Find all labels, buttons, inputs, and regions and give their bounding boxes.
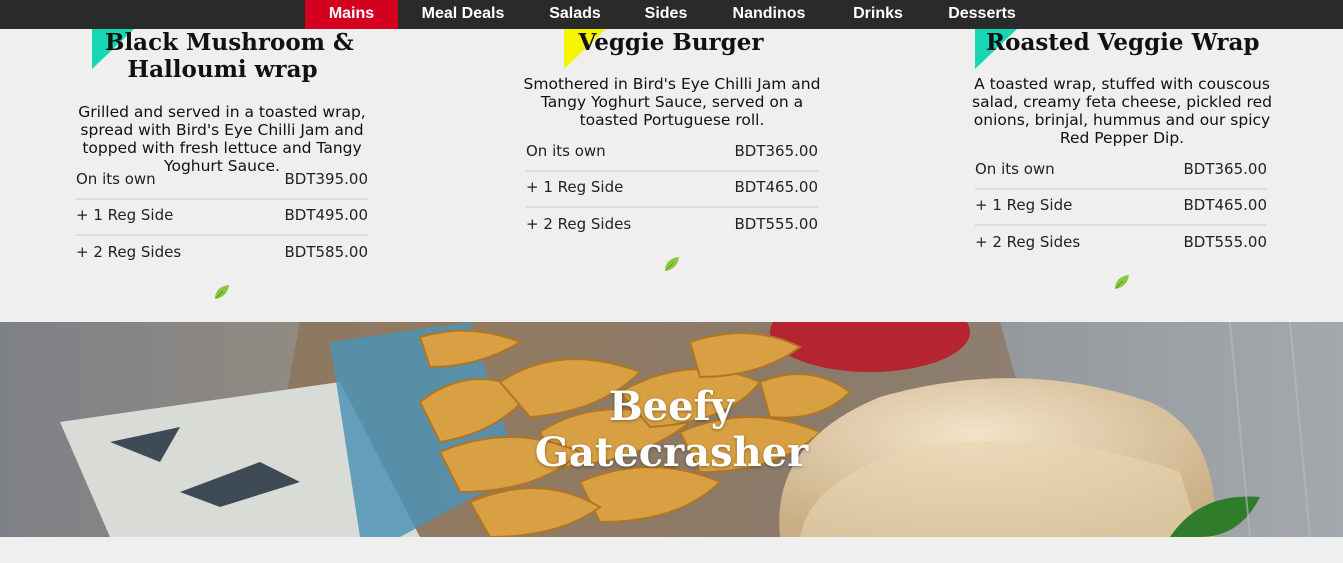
- menu-card-veggie-burger: Veggie Burger Smothered in Bird's Eye Ch…: [450, 29, 900, 322]
- price-value: BDT465.00: [734, 178, 819, 196]
- item-description: A toasted wrap, stuffed with couscous sa…: [972, 75, 1272, 147]
- vegetarian-leaf-icon: [665, 257, 679, 271]
- price-value: BDT465.00: [1183, 196, 1268, 214]
- nav-tab-drinks[interactable]: Drinks: [842, 0, 914, 29]
- price-value: BDT495.00: [284, 206, 369, 224]
- price-row: + 2 Reg Sides BDT555.00: [975, 225, 1267, 261]
- item-title: Black Mushroom & Halloumi wrap: [105, 29, 354, 83]
- price-option-label: On its own: [526, 142, 606, 160]
- nav-tab-nandinos[interactable]: Nandinos: [722, 0, 816, 29]
- price-option-label: + 1 Reg Side: [975, 196, 1073, 214]
- price-row: On its own BDT365.00: [975, 152, 1267, 190]
- price-option-label: + 1 Reg Side: [76, 206, 174, 224]
- price-value: BDT555.00: [1183, 233, 1268, 251]
- price-row: On its own BDT395.00: [76, 162, 368, 200]
- nav-tab-meal-deals[interactable]: Meal Deals: [408, 0, 518, 29]
- price-row: + 2 Reg Sides BDT555.00: [526, 207, 818, 243]
- price-row: + 1 Reg Side BDT465.00: [526, 170, 818, 208]
- price-row: + 1 Reg Side BDT465.00: [975, 188, 1267, 226]
- price-option-label: + 2 Reg Sides: [526, 215, 632, 233]
- price-value: BDT365.00: [1183, 160, 1268, 178]
- menu-card-roasted-veggie-wrap: Roasted Veggie Wrap A toasted wrap, stuf…: [900, 29, 1343, 322]
- section-banner-beefy-gatecrasher: Beefy Gatecrasher: [0, 322, 1343, 537]
- vegetarian-leaf-icon: [1115, 275, 1129, 289]
- price-value: BDT585.00: [284, 243, 369, 261]
- price-option-label: + 1 Reg Side: [526, 178, 624, 196]
- banner-title: Beefy Gatecrasher: [534, 383, 809, 476]
- item-description: Smothered in Bird's Eye Chilli Jam and T…: [523, 75, 821, 129]
- price-value: BDT365.00: [734, 142, 819, 160]
- price-value: BDT555.00: [734, 215, 819, 233]
- menu-section: Black Mushroom & Halloumi wrap Grilled a…: [0, 29, 1343, 322]
- nav-tab-sides[interactable]: Sides: [634, 0, 698, 29]
- price-option-label: + 2 Reg Sides: [975, 233, 1081, 251]
- nav-tab-salads[interactable]: Salads: [538, 0, 612, 29]
- vegetarian-leaf-icon: [215, 285, 229, 299]
- category-navbar: Mains Meal Deals Salads Sides Nandinos D…: [0, 0, 1343, 29]
- price-row: + 2 Reg Sides BDT585.00: [76, 235, 368, 271]
- next-section-strip: [0, 537, 1343, 563]
- menu-card-black-mushroom-halloumi-wrap: Black Mushroom & Halloumi wrap Grilled a…: [0, 29, 450, 322]
- price-value: BDT395.00: [284, 170, 369, 188]
- price-option-label: On its own: [975, 160, 1055, 178]
- nav-tab-mains[interactable]: Mains: [305, 0, 398, 29]
- item-title: Veggie Burger: [578, 29, 764, 56]
- price-option-label: On its own: [76, 170, 156, 188]
- price-row: On its own BDT365.00: [526, 134, 818, 172]
- nav-tab-desserts[interactable]: Desserts: [938, 0, 1026, 29]
- item-title: Roasted Veggie Wrap: [986, 29, 1260, 56]
- price-row: + 1 Reg Side BDT495.00: [76, 198, 368, 236]
- price-option-label: + 2 Reg Sides: [76, 243, 182, 261]
